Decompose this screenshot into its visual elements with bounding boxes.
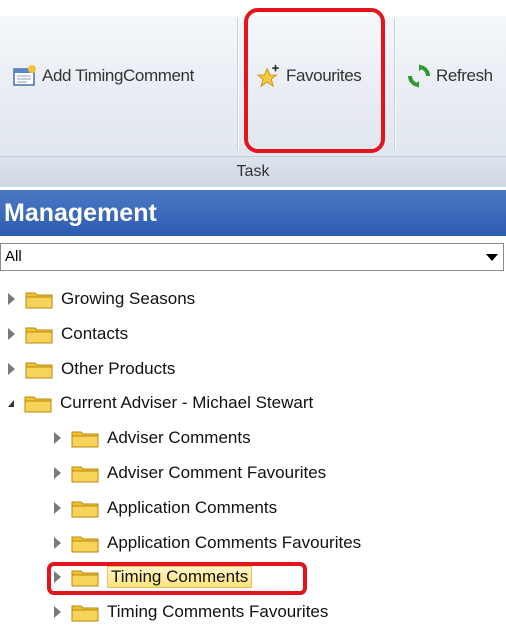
tree-item-label: Contacts	[61, 323, 129, 343]
tree-item-label: Application Comments Favourites	[107, 532, 362, 552]
expand-arrow-icon[interactable]	[54, 606, 61, 619]
tree-item[interactable]: Other Products	[8, 353, 175, 385]
tree-item[interactable]: Adviser Comments	[54, 422, 251, 454]
chevron-down-icon[interactable]	[486, 254, 498, 261]
expand-arrow-icon[interactable]	[8, 362, 15, 375]
folder-icon	[71, 498, 107, 518]
ribbon-separator	[237, 18, 238, 150]
tree-item-label: Current Adviser - Michael Stewart	[60, 393, 314, 413]
tree-item-label: Other Products	[61, 358, 176, 378]
panel-title: Management	[0, 190, 506, 236]
tree-item[interactable]: Current Adviser - Michael Stewart	[8, 387, 313, 419]
tree-item-label: Growing Seasons	[61, 289, 196, 308]
filter-dropdown[interactable]: All	[0, 243, 504, 271]
tree-item[interactable]: Adviser Comment Favourites	[54, 457, 326, 489]
tree-item[interactable]: Timing Comments Favourites	[54, 596, 328, 628]
tree-item-label: Adviser Comments	[107, 428, 251, 448]
timing-comments-annotation-highlight	[47, 562, 307, 595]
tree-item[interactable]: Application Comments	[54, 492, 277, 524]
add-comment-icon	[12, 63, 38, 89]
filter-dropdown-value: All	[5, 248, 22, 265]
folder-icon	[25, 289, 61, 309]
refresh-icon	[406, 63, 432, 89]
folder-icon	[25, 324, 61, 344]
refresh-button[interactable]: Refresh	[406, 60, 493, 92]
ribbon-group-label: Task	[0, 156, 506, 187]
expand-arrow-icon[interactable]	[54, 467, 61, 479]
folder-icon	[71, 602, 107, 622]
tree-item-label: Application Comments	[107, 497, 278, 517]
expand-arrow-icon[interactable]	[54, 432, 61, 445]
tree-item-label: Adviser Comment Favourites	[107, 463, 327, 482]
folder-icon	[71, 463, 107, 483]
tree-item[interactable]: Application Comments Favourites	[54, 527, 361, 559]
tree-item[interactable]: Contacts	[8, 318, 128, 350]
folder-icon	[25, 359, 61, 379]
folder-icon	[71, 533, 107, 553]
tree-item-label: Timing Comments Favourites	[107, 602, 329, 622]
collapse-arrow-icon[interactable]	[8, 399, 14, 407]
refresh-label: Refresh	[436, 66, 493, 85]
tree-item[interactable]: Growing Seasons	[8, 283, 195, 315]
expand-arrow-icon[interactable]	[8, 327, 15, 340]
favourites-annotation-highlight	[244, 8, 385, 153]
expand-arrow-icon[interactable]	[8, 293, 15, 305]
ribbon-separator	[394, 18, 395, 150]
add-timing-comment-label: Add TimingComment	[42, 66, 194, 85]
folder-icon	[24, 393, 60, 413]
ribbon-toolbar: Add TimingComment Favourites Refresh Tas…	[0, 0, 506, 187]
expand-arrow-icon[interactable]	[54, 501, 61, 514]
folder-icon	[71, 428, 107, 448]
add-timing-comment-button[interactable]: Add TimingComment	[12, 60, 194, 92]
expand-arrow-icon[interactable]	[54, 536, 61, 549]
